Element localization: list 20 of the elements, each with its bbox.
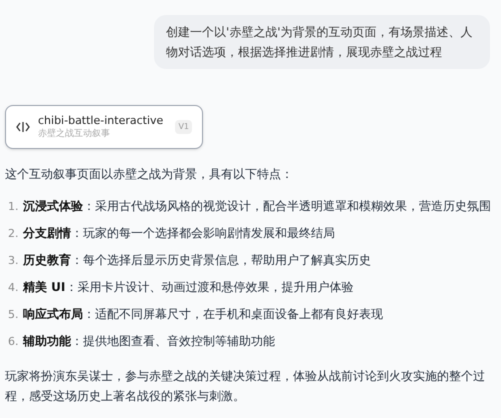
intro-text: 这个互动叙事页面以赤壁之战为背景，具有以下特点： bbox=[5, 166, 294, 183]
feature-text: 分支剧情：玩家的每一个选择都会影响剧情发展和最终结局 bbox=[23, 225, 335, 242]
user-message: 创建一个以'赤壁之战'为背景的互动页面，有场景描述、人物对话选项，根据选择推进剧情，展现赤壁之战过程 bbox=[154, 15, 490, 69]
list-number: 5. bbox=[8, 307, 20, 323]
feature-text: 辅助功能：提供地图查看、音效控制等辅助功能 bbox=[23, 333, 275, 350]
feature-text: 响应式布局：适配不同屏幕尺寸，在手机和桌面设备上都有良好表现 bbox=[23, 306, 383, 323]
list-number: 6. bbox=[8, 334, 20, 350]
list-number: 2. bbox=[8, 226, 20, 242]
artifact-card[interactable]: chibi-battle-interactive 赤壁之战互动叙事 V1 bbox=[5, 105, 203, 149]
artifact-subtitle: 赤壁之战互动叙事 bbox=[38, 128, 111, 140]
feature-text: 历史教育：每个选择后显示历史背景信息，帮助用户了解真实历史 bbox=[23, 252, 371, 269]
artifact-title: chibi-battle-interactive bbox=[38, 114, 164, 128]
code-icon bbox=[16, 121, 30, 133]
conclusion-text: 玩家将扮演东吴谋士，参与赤壁之战的关键决策过程，体验从战前讨论到火攻实施的整个过程，感受这场历史上著名战役的紧张与刺激。 bbox=[5, 368, 486, 405]
feature-text: 沉浸式体验：采用古代战场风格的视觉设计，配合半透明遮罩和模糊效果，营造历史氛围 bbox=[23, 198, 491, 215]
list-number: 1. bbox=[8, 199, 20, 215]
version-badge: V1 bbox=[175, 120, 192, 134]
list-number: 4. bbox=[8, 280, 20, 296]
feature-text: 精美 UI：采用卡片设计、动画过渡和悬停效果，提升用户体验 bbox=[23, 279, 354, 296]
list-number: 3. bbox=[8, 253, 20, 269]
